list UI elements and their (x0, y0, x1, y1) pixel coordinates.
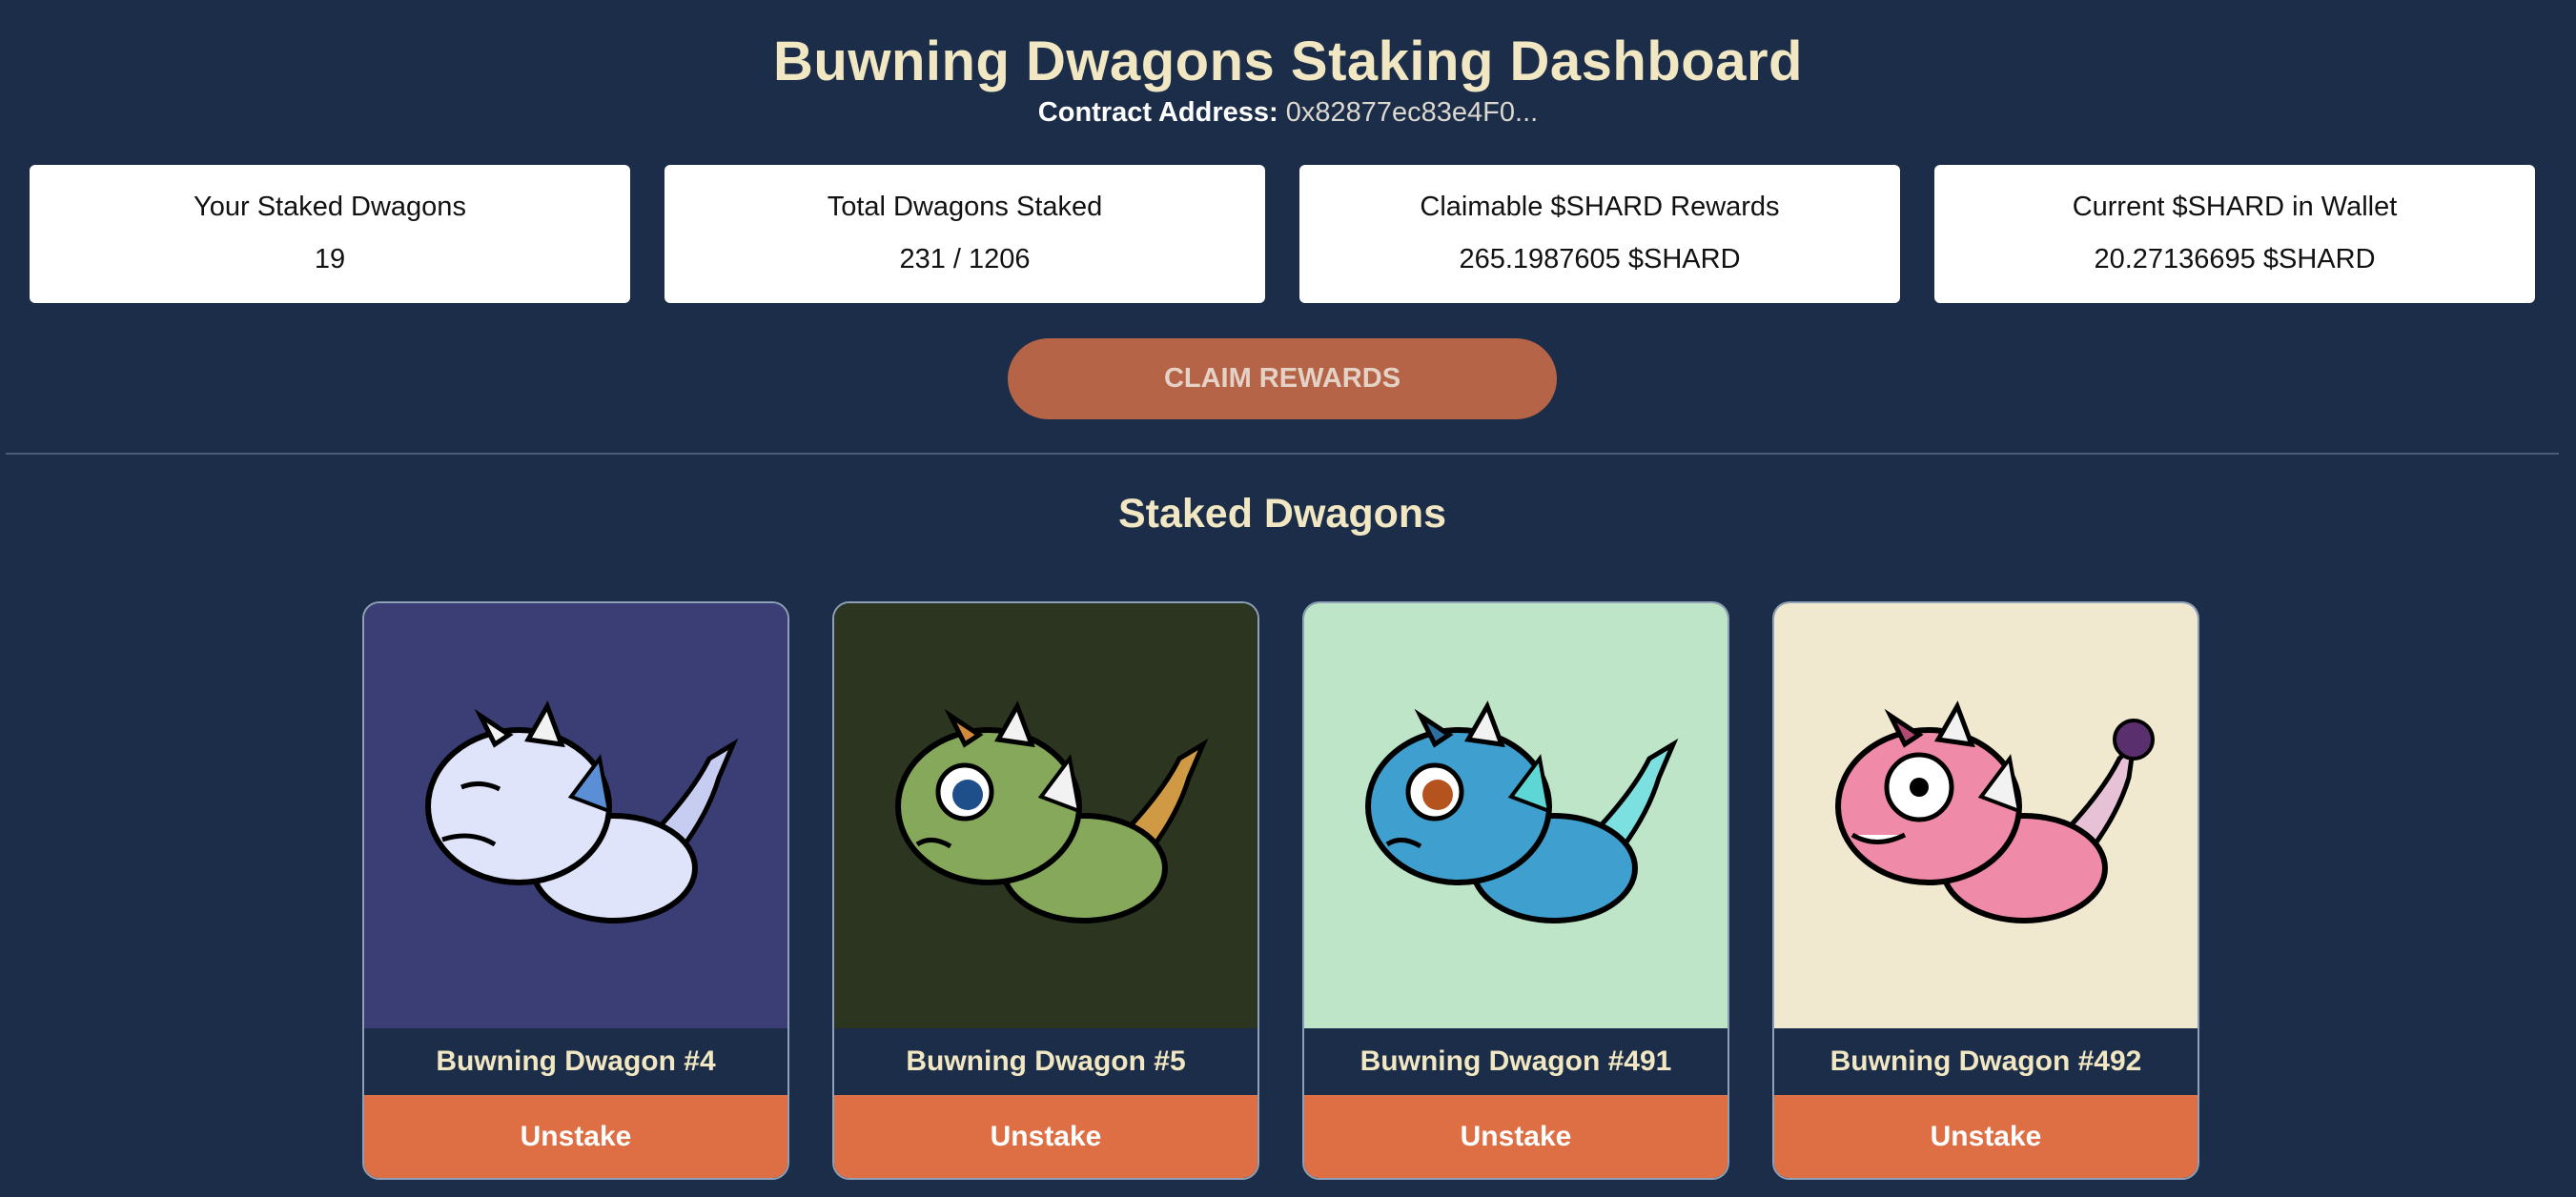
dragon-white-icon (425, 700, 739, 923)
stat-card-wallet-balance: Current $SHARD in Wallet 20.27136695 $SH… (1934, 165, 2535, 303)
stat-value: 19 (314, 244, 346, 274)
unstake-button[interactable]: Unstake (364, 1095, 787, 1178)
dragon-name: Buwning Dwagon #5 (834, 1028, 1257, 1095)
dragon-image (1304, 603, 1728, 1028)
dragon-card: Buwning Dwagon #5 Unstake (832, 601, 1259, 1180)
stat-label: Current $SHARD in Wallet (2072, 192, 2398, 222)
unstake-button[interactable]: Unstake (1774, 1095, 2198, 1178)
dragon-pink-icon (1835, 700, 2155, 923)
dragon-image (1774, 603, 2198, 1028)
dragon-green-icon (895, 700, 1209, 923)
stat-card-total-staked: Total Dwagons Staked 231 / 1206 (664, 165, 1265, 303)
dragon-name: Buwning Dwagon #4 (364, 1028, 787, 1095)
stat-card-claimable-rewards: Claimable $SHARD Rewards 265.1987605 $SH… (1299, 165, 1900, 303)
divider (6, 453, 2559, 455)
contract-address[interactable]: 0x82877ec83e4F0... (1286, 97, 1538, 128)
dragon-card: Buwning Dwagon #4 Unstake (362, 601, 789, 1180)
unstake-button[interactable]: Unstake (1304, 1095, 1728, 1178)
stat-value: 265.1987605 $SHARD (1459, 244, 1741, 274)
stat-value: 20.27136695 $SHARD (2094, 244, 2376, 274)
claim-rewards-button[interactable]: CLAIM REWARDS (1008, 338, 1557, 419)
stats-row: Your Staked Dwagons 19 Total Dwagons Sta… (30, 165, 2535, 303)
dragon-card: Buwning Dwagon #492 Unstake (1772, 601, 2199, 1180)
dragon-blue-icon (1365, 700, 1679, 923)
stat-label: Claimable $SHARD Rewards (1420, 192, 1780, 222)
dragon-card-grid: Buwning Dwagon #4 Unstake Buwning Dwagon… (362, 601, 2199, 1180)
dragon-card: Buwning Dwagon #491 Unstake (1302, 601, 1729, 1180)
dragon-image (364, 603, 787, 1028)
stat-label: Total Dwagons Staked (827, 192, 1103, 222)
stat-label: Your Staked Dwagons (194, 192, 466, 222)
page-title: Buwning Dwagons Staking Dashboard (773, 30, 1803, 92)
dragon-image (834, 603, 1257, 1028)
dragon-name: Buwning Dwagon #492 (1774, 1028, 2198, 1095)
header: Buwning Dwagons Staking Dashboard Contra… (0, 0, 2576, 129)
staked-dwagons-heading: Staked Dwagons (1117, 491, 1447, 537)
stat-card-your-staked: Your Staked Dwagons 19 (30, 165, 630, 303)
contract-label: Contract Address: (1037, 97, 1278, 128)
contract-address-line: Contract Address: 0x82877ec83e4F0... (0, 97, 2576, 129)
unstake-button[interactable]: Unstake (834, 1095, 1257, 1178)
dragon-name: Buwning Dwagon #491 (1304, 1028, 1728, 1095)
stat-value: 231 / 1206 (899, 244, 1031, 274)
claim-wrap: CLAIM REWARDS (0, 338, 2565, 419)
